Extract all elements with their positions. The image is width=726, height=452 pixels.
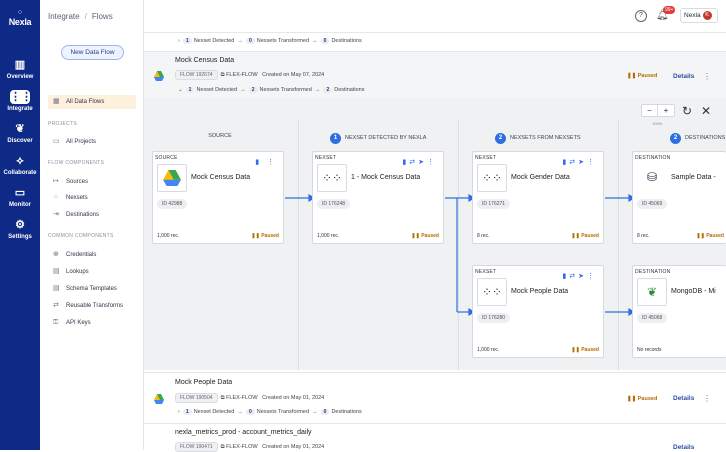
integrate-icon: ⋮⋮ <box>10 90 32 104</box>
flow-title[interactable]: Mock People Data <box>175 379 232 386</box>
api-key-icon: ⚿ <box>53 319 59 326</box>
lookup-icon: ▤ <box>53 268 60 275</box>
nexset-icon: ⁘ <box>53 194 59 201</box>
nav-reusable-transforms[interactable]: ⇄ Reusable Transforms <box>48 299 136 313</box>
status-badge: ❚❚ Paused <box>627 396 658 402</box>
flow-id-chip: FLOW 190471 <box>175 442 218 452</box>
schema-icon: ▤ <box>53 285 60 292</box>
nexset-icon: ⁘⁘ <box>477 278 507 306</box>
more-options-icon[interactable]: ⋮ <box>703 394 711 403</box>
breadcrumb-integrate[interactable]: Integrate <box>48 12 80 21</box>
nexset-node[interactable]: NEXSET ⁘⁘ Mock People Data ▮⇄➤⋮ ID 17628… <box>472 265 604 358</box>
flex-flow-icon: ⧉ <box>220 395 225 401</box>
logo-mark-icon: ⁘ <box>16 8 24 17</box>
flows-icon: ▦ <box>53 98 60 105</box>
google-drive-icon <box>154 394 164 404</box>
transform-icon: ⇄ <box>53 302 59 309</box>
node-tools[interactable]: ▮⇄➤⋮ <box>562 158 597 166</box>
chevron-right-icon[interactable]: › <box>178 409 180 415</box>
user-menu[interactable]: Nexla K <box>680 8 718 23</box>
rail-integrate[interactable]: ⋮⋮ Integrate <box>0 90 40 112</box>
flow-title[interactable]: Mock Census Data <box>175 57 234 64</box>
source-icon: ↦ <box>53 178 59 185</box>
rail-overview[interactable]: ▥ Overview <box>0 58 40 80</box>
flow-id-chip: FLOW 192674 <box>175 70 218 80</box>
gear-icon: ⚙ <box>15 219 25 231</box>
nav-credentials[interactable]: ⊕ Credentials <box>48 248 136 262</box>
nexset-icon: ⁘⁘ <box>477 164 507 192</box>
google-drive-icon <box>154 71 164 81</box>
avatar: K <box>702 10 712 20</box>
rail-monitor[interactable]: ▭ Monitor <box>0 186 40 208</box>
status-badge: ❚❚ Paused <box>696 233 724 239</box>
flow-title[interactable]: nexla_metrics_prod - account_metrics_dai… <box>175 429 312 436</box>
nav-all-data-flows[interactable]: ▦ All Data Flows <box>48 95 136 109</box>
flex-flow-icon: ⧉ <box>220 444 225 450</box>
status-badge: ❚❚ Paused <box>411 233 439 239</box>
breadcrumb-flows: Flows <box>91 12 113 21</box>
flow-type: FLEX-FLOW <box>226 72 258 78</box>
status-badge: ❚❚ Paused <box>571 347 599 353</box>
bar-chart-icon: ▥ <box>14 59 26 71</box>
nav-nexsets[interactable]: ⁘ Nexsets <box>48 191 136 205</box>
section-common-components: COMMON COMPONENTS <box>48 233 114 239</box>
chevron-down-icon[interactable]: ⌄ <box>178 87 183 93</box>
destination-node[interactable]: DESTINATION ⛁ Sample Data - ID 45069 8 r… <box>632 151 726 244</box>
nav-sources[interactable]: ↦ Sources <box>48 175 136 189</box>
rail-collaborate[interactable]: ⟡ Collaborate <box>0 154 40 176</box>
flow-summary-people: › 1 Nexset Detected → 0 Nexsets Transforme… <box>178 409 362 415</box>
more-options-icon[interactable]: ⋮ <box>703 72 711 81</box>
google-drive-icon <box>157 164 187 192</box>
nav-all-projects[interactable]: ▭ All Projects <box>48 135 136 149</box>
chevron-right-icon[interactable]: › <box>178 38 180 44</box>
nexset-icon: ⁘⁘ <box>317 164 347 192</box>
nav-schema-templates[interactable]: ▤ Schema Templates <box>48 282 136 296</box>
status-badge: ❚❚ Paused <box>571 233 599 239</box>
section-flow-components: FLOW COMPONENTS <box>48 160 105 166</box>
nav-lookups[interactable]: ▤ Lookups <box>48 265 136 279</box>
secondary-nav <box>40 0 144 450</box>
share-icon: ⟡ <box>16 155 24 167</box>
node-tools[interactable]: ▮ ⋮ <box>255 158 277 166</box>
flow-id-chip: FLOW 190504 <box>175 393 218 403</box>
notification-badge: 99+ <box>663 6 676 14</box>
source-node[interactable]: SOURCE Mock Census Data ▮ ⋮ ID 42988 1,0… <box>152 151 284 244</box>
status-badge: ❚❚ Paused <box>627 73 658 79</box>
created-date: Created on May 07, 2024 <box>262 72 325 78</box>
section-projects: PROJECTS <box>48 121 78 127</box>
nexset-node[interactable]: NEXSET ⁘⁘ Mock Gender Data ▮⇄➤⋮ ID 17627… <box>472 151 604 244</box>
node-tools[interactable]: ▮⇄➤⋮ <box>402 158 437 166</box>
key-icon: ⊕ <box>53 251 59 258</box>
main-rail: ⁘ Nexla ▥ Overview ⋮⋮ Integrate ❦ Discover … <box>0 0 40 450</box>
new-data-flow-button[interactable]: New Data Flow <box>61 45 124 60</box>
leaf-icon: ❦ <box>15 123 25 135</box>
rail-discover[interactable]: ❦ Discover <box>0 122 40 144</box>
flow-summary-top: › 1 Nexset Detected → 0 Nexsets Transforme… <box>178 38 362 44</box>
help-icon[interactable]: ? <box>635 10 647 22</box>
destination-icon: ⇥ <box>53 211 59 218</box>
server-icon: ⛁ <box>646 170 658 184</box>
nav-api-keys[interactable]: ⚿ API Keys <box>48 316 136 330</box>
status-badge: ❚❚ Paused <box>251 233 279 239</box>
details-link[interactable]: Details <box>673 395 694 402</box>
nexset-node[interactable]: NEXSET ⁘⁘ 1 - Mock Census Data ▮⇄➤⋮ ID 1… <box>312 151 444 244</box>
details-link[interactable]: Details <box>673 73 694 80</box>
mongodb-icon: ❦ <box>637 278 667 306</box>
monitor-icon: ▭ <box>14 187 26 199</box>
nexla-logo[interactable]: ⁘ Nexla <box>3 8 37 28</box>
nav-destinations[interactable]: ⇥ Destinations <box>48 208 136 222</box>
folder-icon: ▭ <box>53 138 60 145</box>
breadcrumb: Integrate / Flows <box>48 12 113 21</box>
breadcrumb-separator: / <box>84 12 87 21</box>
destination-node[interactable]: DESTINATION ❦ MongoDB - Mi ID 45068 No r… <box>632 265 726 358</box>
node-tools[interactable]: ▮⇄➤⋮ <box>562 272 597 280</box>
flex-flow-icon: ⧉ <box>220 72 225 78</box>
flow-summary-census: ⌄ 1 Nexset Detected → 2 Nexsets Transforme… <box>178 87 365 93</box>
rail-settings[interactable]: ⚙ Settings <box>0 218 40 240</box>
